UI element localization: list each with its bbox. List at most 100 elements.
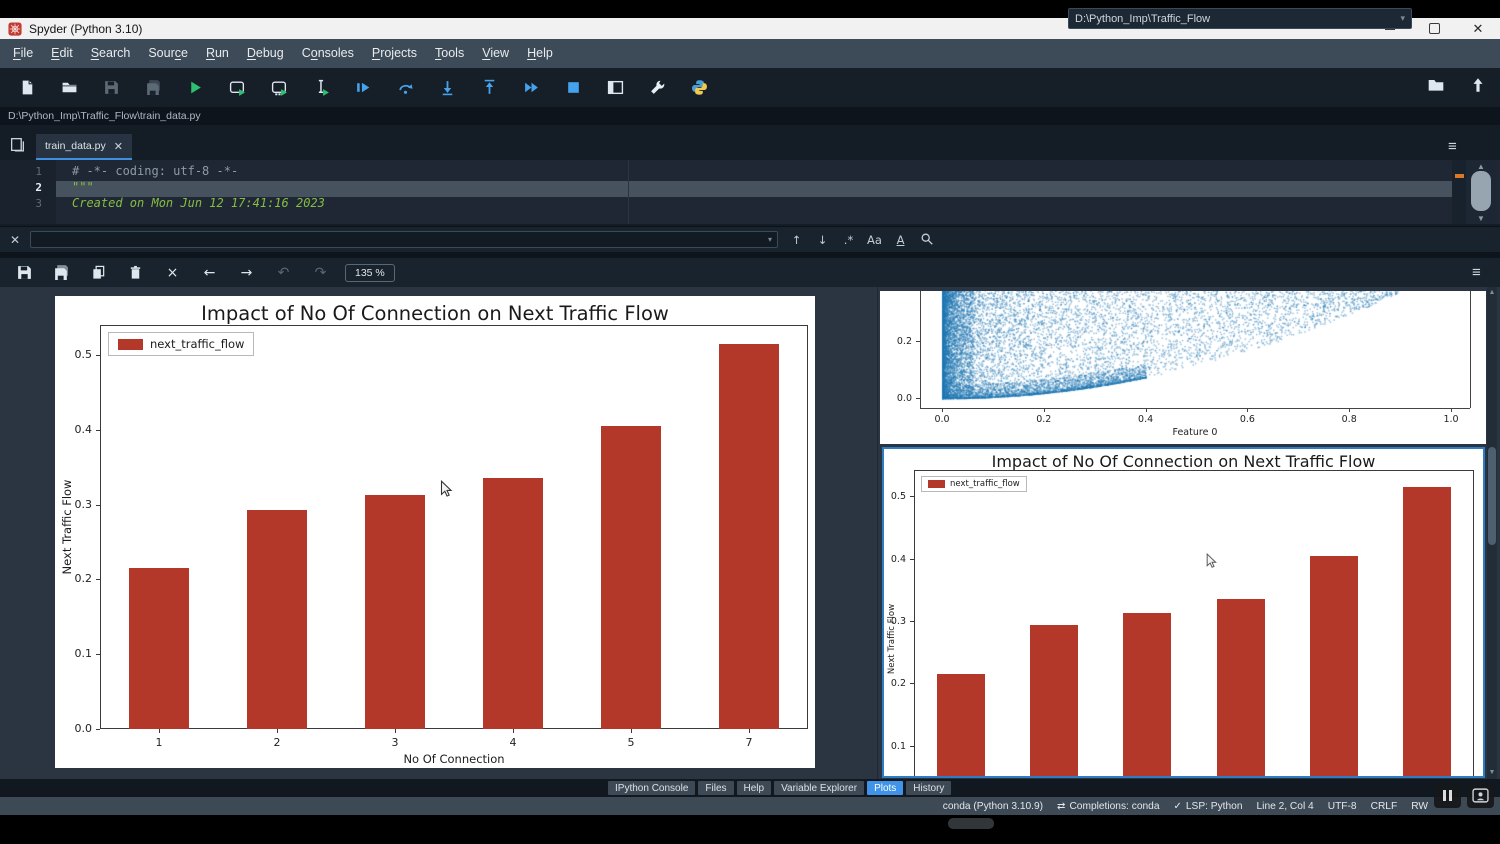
zoom-level-indicator: 135 % bbox=[345, 263, 395, 282]
x-axis-label: No Of Connection bbox=[403, 752, 505, 766]
menu-item-projects[interactable]: Projects bbox=[363, 39, 426, 68]
find-previous-icon[interactable]: ↑ bbox=[788, 233, 805, 247]
new-file-button[interactable] bbox=[6, 73, 48, 103]
step-out-button[interactable] bbox=[468, 73, 510, 103]
debug-file-button[interactable] bbox=[342, 73, 384, 103]
scroll-down-icon[interactable]: ▼ bbox=[1487, 769, 1497, 776]
python-env-button[interactable] bbox=[678, 73, 720, 103]
close-button[interactable]: ✕ bbox=[1456, 18, 1500, 39]
restore-button[interactable] bbox=[1412, 18, 1456, 39]
whole-words-toggle-icon[interactable]: A bbox=[892, 233, 909, 247]
ffwd-icon bbox=[524, 82, 538, 93]
x-tick-mark bbox=[1043, 408, 1045, 412]
status-interpreter[interactable]: conda (Python 3.10.9) bbox=[943, 801, 1043, 812]
menu-item-edit[interactable]: Edit bbox=[42, 39, 82, 68]
editor-scrollbar-thumb[interactable] bbox=[1471, 171, 1491, 211]
pane-tab-files[interactable]: Files bbox=[698, 781, 734, 795]
browse-tabs-button[interactable] bbox=[9, 136, 26, 158]
save-all-plots-button[interactable] bbox=[43, 261, 80, 285]
menu-item-file[interactable]: File bbox=[4, 39, 42, 68]
status-lsp[interactable]: ✓ LSP: Python bbox=[1173, 801, 1242, 812]
scroll-up-icon[interactable]: ▲ bbox=[1487, 289, 1497, 296]
run-cell-button[interactable] bbox=[216, 73, 258, 103]
remove-plot-button[interactable] bbox=[117, 261, 154, 285]
y-tick-mark bbox=[96, 729, 100, 730]
scroll-up-icon[interactable]: ▲ bbox=[1466, 162, 1496, 171]
copy-plot-button[interactable] bbox=[80, 261, 117, 285]
editor-scrollbar[interactable]: ▲ ▼ bbox=[1466, 160, 1496, 224]
pane-tab-ipython-console[interactable]: IPython Console bbox=[608, 781, 696, 795]
arrow-right-icon: → bbox=[240, 264, 253, 281]
picture-in-picture-button[interactable] bbox=[1467, 783, 1494, 808]
menu-item-source[interactable]: Source bbox=[139, 39, 197, 68]
preferences-button[interactable] bbox=[636, 73, 678, 103]
run-selection-button[interactable] bbox=[300, 73, 342, 103]
working-directory-value: D:\Python_Imp\Traffic_Flow bbox=[1075, 12, 1211, 25]
status-permissions[interactable]: RW bbox=[1411, 801, 1428, 812]
browse-directory-button[interactable] bbox=[1426, 76, 1446, 99]
person-icon bbox=[1472, 788, 1489, 803]
regex-toggle-icon[interactable]: .* bbox=[840, 233, 857, 247]
code-area[interactable]: 1 2 3 # -*- coding: utf-8 -*- """ Created on … bbox=[0, 160, 1500, 224]
menu-item-view[interactable]: View bbox=[473, 39, 518, 68]
next-plot-button[interactable]: → bbox=[228, 261, 265, 285]
pane-tab-help[interactable]: Help bbox=[736, 781, 772, 795]
menu-item-tools[interactable]: Tools bbox=[426, 39, 473, 68]
menu-item-consoles[interactable]: Consoles bbox=[293, 39, 363, 68]
find-close-icon[interactable]: ✕ bbox=[10, 233, 20, 247]
pane-tab-history[interactable]: History bbox=[906, 781, 952, 795]
menu-item-search[interactable]: Search bbox=[82, 39, 140, 68]
menu-item-run[interactable]: Run bbox=[197, 39, 238, 68]
zoom-in-button[interactable]: ↷ bbox=[302, 261, 339, 285]
zoom-out-button[interactable]: ↶ bbox=[265, 261, 302, 285]
x-tick-mark bbox=[1145, 408, 1147, 412]
copy-icon bbox=[93, 265, 105, 279]
parent-directory-button[interactable] bbox=[1468, 76, 1488, 99]
tab-close-icon[interactable]: ✕ bbox=[114, 140, 123, 153]
editor-tab-train-data[interactable]: train_data.py ✕ bbox=[36, 134, 132, 160]
status-completions[interactable]: ⇄ Completions: conda bbox=[1057, 801, 1159, 812]
x-tick-mark bbox=[1247, 408, 1249, 412]
previous-plot-button[interactable]: ← bbox=[191, 261, 228, 285]
editor-options-icon[interactable]: ≡ bbox=[1448, 138, 1457, 155]
plot-thumbnail-bar-selected[interactable]: Impact of No Of Connection on Next Traff… bbox=[882, 447, 1485, 778]
step-into-button[interactable] bbox=[426, 73, 468, 103]
status-encoding[interactable]: UTF-8 bbox=[1328, 801, 1357, 812]
arrow-left-icon: ← bbox=[203, 264, 216, 281]
stop-debug-button[interactable] bbox=[552, 73, 594, 103]
legend-label: next_traffic_flow bbox=[150, 337, 245, 351]
find-history-caret-icon[interactable]: ▾ bbox=[768, 235, 772, 244]
plot-thumbnail-scatter[interactable]: 0.0 0.2 0.4 0.6 0.8 1.0 0.0 0.2 Feature 0 bbox=[880, 291, 1486, 444]
working-directory-combobox[interactable]: D:\Python_Imp\Traffic_Flow ▾ bbox=[1068, 8, 1412, 29]
scroll-down-icon[interactable]: ▼ bbox=[1466, 214, 1496, 223]
menu-item-help[interactable]: Help bbox=[518, 39, 562, 68]
plots-options-icon[interactable]: ≡ bbox=[1472, 264, 1481, 281]
floppy-all-icon bbox=[55, 265, 68, 280]
step-over-button[interactable] bbox=[384, 73, 426, 103]
save-plot-button[interactable] bbox=[6, 261, 43, 285]
pause-button[interactable] bbox=[1434, 783, 1461, 808]
continue-execution-button[interactable] bbox=[510, 73, 552, 103]
find-next-icon[interactable]: ↓ bbox=[814, 233, 831, 247]
line-number-gutter: 1 2 3 bbox=[0, 160, 56, 224]
plots-scrollbar-thumb[interactable] bbox=[1488, 447, 1496, 545]
save-file-button[interactable] bbox=[90, 73, 132, 103]
menu-item-debug[interactable]: Debug bbox=[238, 39, 293, 68]
status-eol[interactable]: CRLF bbox=[1371, 801, 1398, 812]
save-all-button[interactable] bbox=[132, 73, 174, 103]
match-case-toggle-icon[interactable]: Aa bbox=[866, 233, 883, 247]
remove-all-plots-button[interactable]: × bbox=[154, 261, 191, 285]
advanced-search-icon[interactable] bbox=[918, 232, 935, 249]
pane-tab-plots[interactable]: Plots bbox=[867, 781, 904, 795]
run-file-button[interactable] bbox=[174, 73, 216, 103]
y-axis-label: Next Traffic Flow bbox=[887, 603, 897, 675]
status-completions-label: Completions: conda bbox=[1069, 800, 1160, 812]
maximize-pane-button[interactable] bbox=[594, 73, 636, 103]
open-file-button[interactable] bbox=[48, 73, 90, 103]
run-cell-advance-button[interactable] bbox=[258, 73, 300, 103]
pane-tab-variable-explorer[interactable]: Variable Explorer bbox=[774, 781, 865, 795]
y-tick-mark bbox=[96, 429, 100, 431]
find-input[interactable] bbox=[30, 231, 778, 248]
chart-axes bbox=[914, 470, 1474, 776]
editor-tab-bar: train_data.py ✕ ≡ bbox=[0, 132, 1500, 160]
